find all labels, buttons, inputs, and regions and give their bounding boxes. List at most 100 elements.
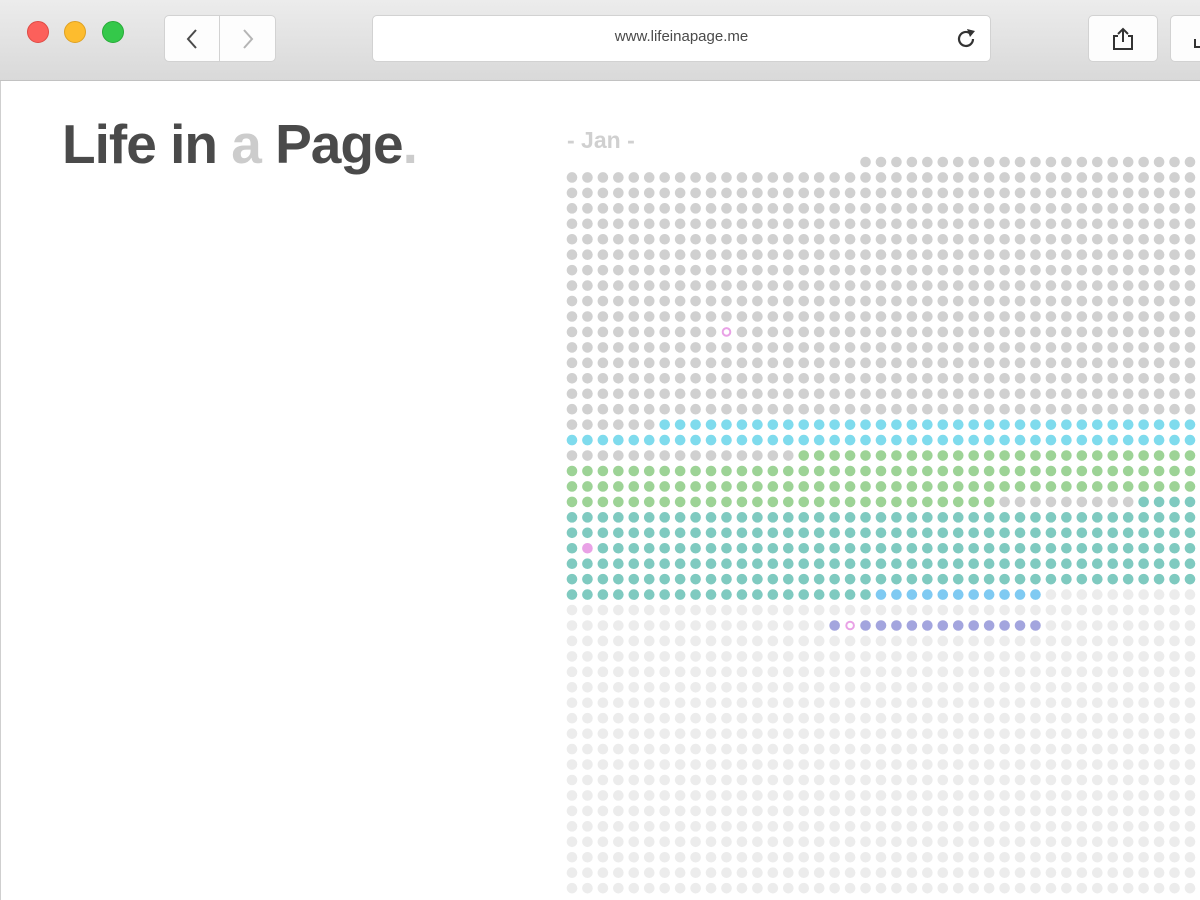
week-dot[interactable] (952, 604, 964, 616)
week-dot[interactable] (674, 651, 686, 662)
week-dot[interactable] (1153, 558, 1165, 569)
week-dot[interactable] (798, 867, 810, 878)
week-dot[interactable] (767, 651, 779, 662)
week-dot[interactable] (767, 187, 779, 199)
week-dot[interactable] (659, 666, 670, 678)
week-dot[interactable] (628, 573, 640, 585)
week-dot[interactable] (1107, 774, 1119, 786)
week-dot[interactable] (968, 342, 979, 353)
week-dot[interactable] (1184, 666, 1196, 678)
week-dot[interactable] (922, 403, 933, 415)
week-dot[interactable] (674, 558, 686, 569)
week-dot[interactable] (783, 790, 794, 801)
week-dot[interactable] (906, 419, 918, 430)
week-dot[interactable] (659, 805, 670, 817)
week-dot[interactable] (1184, 651, 1196, 662)
week-dot[interactable] (1092, 589, 1103, 600)
week-dot[interactable] (721, 357, 732, 369)
week-dot[interactable] (690, 496, 701, 508)
week-dot[interactable] (875, 187, 887, 199)
week-dot[interactable] (875, 542, 887, 554)
week-dot[interactable] (813, 496, 825, 508)
week-dot[interactable] (829, 666, 840, 678)
week-dot[interactable] (1045, 774, 1057, 786)
week-dot[interactable] (891, 682, 902, 693)
week-dot[interactable] (582, 635, 593, 647)
week-dot[interactable] (983, 450, 995, 461)
week-dot[interactable] (767, 589, 779, 600)
week-dot[interactable] (813, 620, 825, 631)
week-dot[interactable] (1030, 620, 1041, 631)
week-dot[interactable] (922, 867, 933, 878)
week-dot[interactable] (566, 295, 578, 307)
week-dot[interactable] (983, 373, 995, 384)
week-dot[interactable] (1076, 604, 1088, 616)
week-dot[interactable] (566, 821, 578, 832)
week-dot[interactable] (628, 280, 640, 291)
week-dot[interactable] (829, 542, 840, 554)
week-dot[interactable] (628, 558, 640, 569)
week-dot[interactable] (566, 558, 578, 569)
week-dot[interactable] (798, 589, 810, 600)
week-dot[interactable] (674, 527, 686, 539)
week-dot[interactable] (922, 187, 933, 199)
week-dot[interactable] (659, 434, 670, 446)
week-dot[interactable] (597, 573, 609, 585)
week-dot[interactable] (597, 589, 609, 600)
week-dot[interactable] (1153, 712, 1165, 724)
week-dot[interactable] (783, 573, 794, 585)
week-dot[interactable] (752, 836, 763, 848)
week-dot[interactable] (968, 326, 979, 338)
week-dot[interactable] (891, 697, 902, 709)
week-dot[interactable] (752, 882, 763, 894)
week-dot[interactable] (674, 743, 686, 755)
week-dot[interactable] (968, 295, 979, 307)
week-dot[interactable] (906, 712, 918, 724)
week-dot[interactable] (1014, 496, 1026, 508)
week-dot[interactable] (906, 604, 918, 616)
week-dot[interactable] (1092, 496, 1103, 508)
week-dot[interactable] (952, 728, 964, 739)
week-dot[interactable] (999, 558, 1010, 569)
week-dot[interactable] (1061, 512, 1072, 523)
week-dot[interactable] (1076, 774, 1088, 786)
week-dot[interactable] (952, 465, 964, 477)
week-dot[interactable] (1122, 589, 1134, 600)
week-dot[interactable] (566, 573, 578, 585)
week-dot[interactable] (983, 512, 995, 523)
week-dot[interactable] (906, 527, 918, 539)
week-dot[interactable] (705, 203, 717, 214)
week-dot[interactable] (891, 759, 902, 770)
week-dot[interactable] (1076, 280, 1088, 291)
week-dot[interactable] (1092, 882, 1103, 894)
week-dot[interactable] (736, 712, 748, 724)
week-dot[interactable] (891, 851, 902, 863)
week-dot[interactable] (736, 635, 748, 647)
week-dot[interactable] (1107, 172, 1119, 183)
week-dot[interactable] (613, 233, 624, 245)
week-dot[interactable] (1030, 851, 1041, 863)
week-dot[interactable] (1138, 651, 1149, 662)
week-dot[interactable] (1092, 465, 1103, 477)
week-dot[interactable] (798, 172, 810, 183)
week-dot[interactable] (1014, 589, 1026, 600)
week-dot[interactable] (643, 728, 655, 739)
week-dot[interactable] (1061, 821, 1072, 832)
week-dot[interactable] (628, 434, 640, 446)
week-dot[interactable] (783, 357, 794, 369)
week-dot[interactable] (829, 682, 840, 693)
week-dot[interactable] (643, 743, 655, 755)
week-dot[interactable] (767, 851, 779, 863)
week-dot[interactable] (1138, 697, 1149, 709)
week-dot[interactable] (891, 326, 902, 338)
week-dot[interactable] (752, 512, 763, 523)
week-dot[interactable] (844, 635, 856, 647)
week-dot[interactable] (752, 851, 763, 863)
week-dot[interactable] (1045, 481, 1057, 492)
week-dot[interactable] (952, 882, 964, 894)
week-dot[interactable] (1030, 373, 1041, 384)
week-dot[interactable] (829, 481, 840, 492)
week-dot[interactable] (1107, 450, 1119, 461)
week-dot[interactable] (983, 805, 995, 817)
week-dot[interactable] (690, 388, 701, 400)
